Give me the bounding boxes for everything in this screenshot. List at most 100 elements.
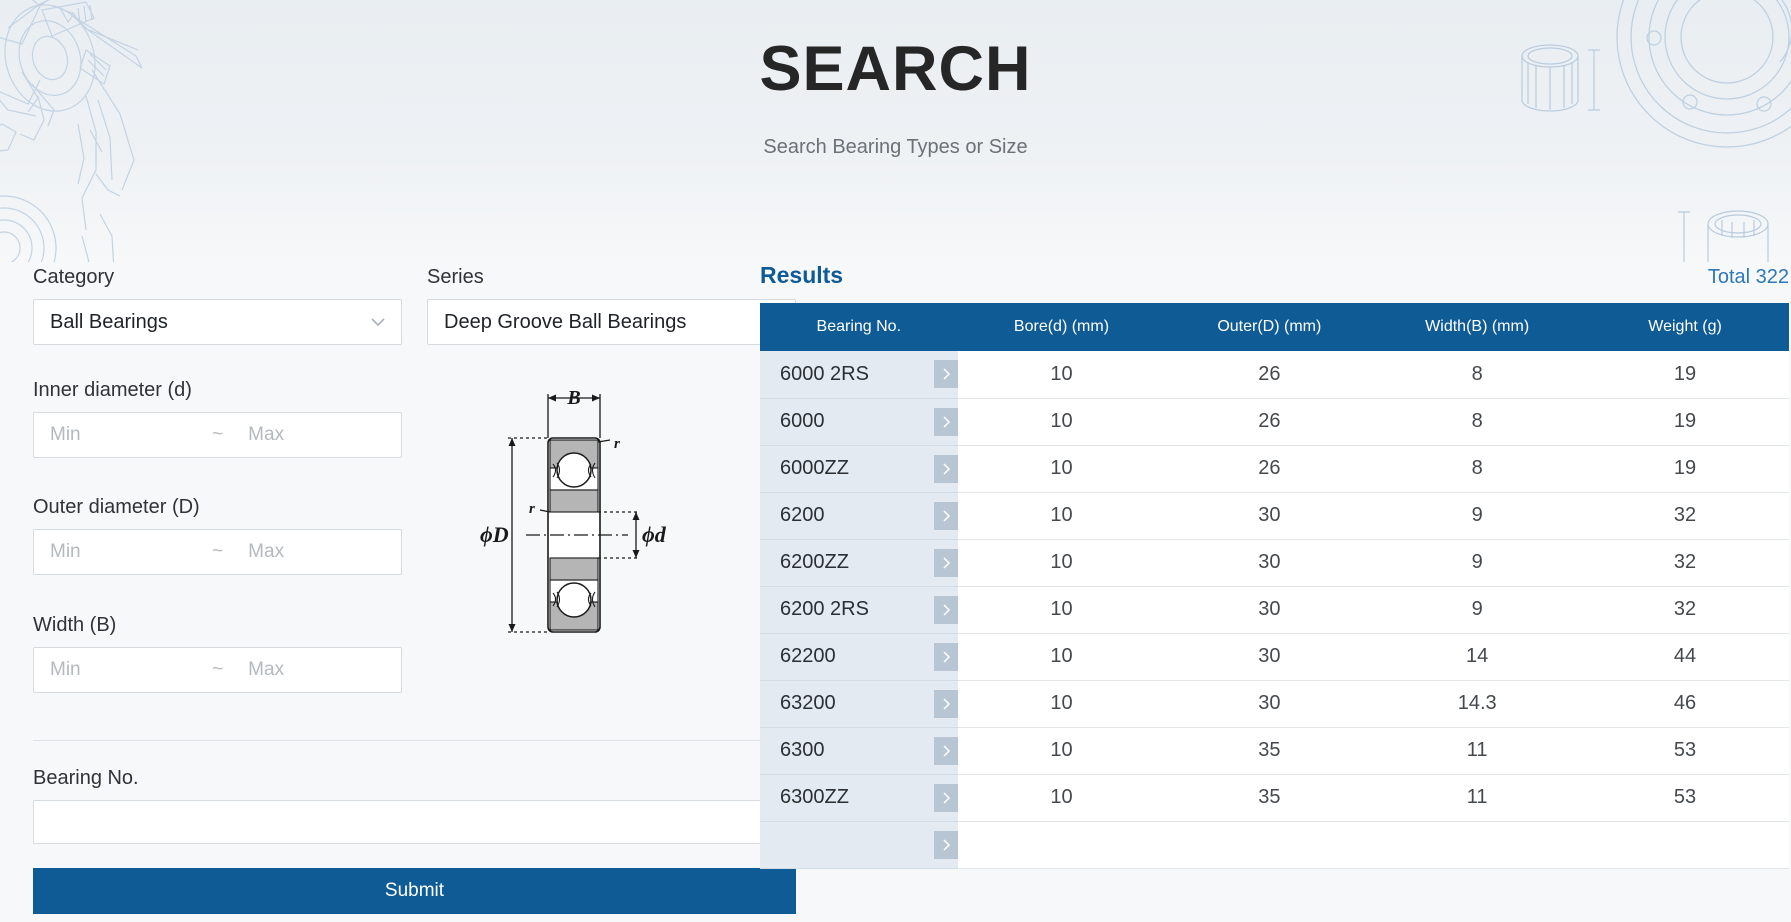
search-page: SEARCH Search Bearing Types or Size Cate… <box>0 0 1791 922</box>
results-title: Results <box>760 262 843 289</box>
category-select[interactable]: Ball Bearings <box>33 299 402 345</box>
table-header-row: Bearing No. Bore(d) (mm) Outer(D) (mm) W… <box>760 303 1789 351</box>
column-header-weight[interactable]: Weight (g) <box>1581 303 1789 351</box>
diagram-label-fillet-left: r <box>529 501 535 517</box>
bearing-no-value: 6200 2RS <box>780 598 869 621</box>
cell-weight: 53 <box>1581 774 1789 821</box>
chevron-right-icon[interactable] <box>934 737 958 765</box>
chevron-right-icon[interactable] <box>934 360 958 388</box>
series-select[interactable]: Deep Groove Ball Bearings <box>427 299 796 345</box>
table-row[interactable]: 63200103014.346 <box>760 680 1789 727</box>
bearing-no-cell-content: 63200 <box>760 690 958 718</box>
bearing-no-cell-content: 6200ZZ <box>760 549 958 577</box>
results-table-body: 6000 2RS1026819600010268196000ZZ10268196… <box>760 351 1789 868</box>
table-row[interactable]: 62001030932 <box>760 492 1789 539</box>
bearing-no-value: 63200 <box>780 692 836 715</box>
chevron-right-icon[interactable] <box>934 549 958 577</box>
deep-groove-ball-bearing-cross-section: B r r ϕD ϕd <box>478 380 668 690</box>
chevron-right-icon[interactable] <box>934 455 958 483</box>
table-row[interactable]: 6300ZZ10351153 <box>760 774 1789 821</box>
cell-bore: 10 <box>958 351 1166 398</box>
cell-bearing-no[interactable] <box>760 821 958 868</box>
cell-outer: 30 <box>1165 680 1373 727</box>
cell-bearing-no[interactable]: 6000 2RS <box>760 351 958 398</box>
column-header-width[interactable]: Width(B) (mm) <box>1373 303 1581 351</box>
submit-button[interactable]: Submit <box>33 868 796 914</box>
field-category: Category Ball Bearings <box>33 266 402 345</box>
outer-diameter-separator: ~ <box>203 541 232 563</box>
inner-diameter-label: Inner diameter (d) <box>33 379 402 402</box>
field-series: Series Deep Groove Ball Bearings <box>427 266 796 345</box>
chevron-right-icon[interactable] <box>934 784 958 812</box>
cell-bore: 10 <box>958 445 1166 492</box>
chevron-down-icon <box>369 313 387 331</box>
results-table: Bearing No. Bore(d) (mm) Outer(D) (mm) W… <box>760 303 1789 869</box>
cell-width <box>1373 821 1581 868</box>
cell-outer: 30 <box>1165 586 1373 633</box>
needle-roller-lineart <box>1670 196 1790 262</box>
category-selected-value: Ball Bearings <box>50 311 168 334</box>
cell-bearing-no[interactable]: 62200 <box>760 633 958 680</box>
table-row[interactable]: 630010351153 <box>760 727 1789 774</box>
table-row[interactable]: 6000 2RS1026819 <box>760 351 1789 398</box>
cell-weight: 19 <box>1581 351 1789 398</box>
table-row[interactable]: 6220010301444 <box>760 633 1789 680</box>
page-subtitle: Search Bearing Types or Size <box>0 136 1791 159</box>
cell-outer: 26 <box>1165 445 1373 492</box>
column-header-outer[interactable]: Outer(D) (mm) <box>1165 303 1373 351</box>
chevron-right-icon[interactable] <box>934 690 958 718</box>
bearing-no-value: 6000 <box>780 410 825 433</box>
cell-bearing-no[interactable]: 6300 <box>760 727 958 774</box>
series-label: Series <box>427 266 796 289</box>
cell-outer: 30 <box>1165 492 1373 539</box>
diagram-label-fillet-top: r <box>614 436 620 452</box>
cell-outer: 30 <box>1165 633 1373 680</box>
inner-diameter-range: ~ <box>33 412 402 458</box>
table-row[interactable] <box>760 821 1789 868</box>
width-min-input[interactable] <box>34 648 203 692</box>
cell-bearing-no[interactable]: 6200ZZ <box>760 539 958 586</box>
cell-bearing-no[interactable]: 63200 <box>760 680 958 727</box>
width-range: ~ <box>33 647 402 693</box>
table-row[interactable]: 6200 2RS1030932 <box>760 586 1789 633</box>
cell-weight: 32 <box>1581 492 1789 539</box>
table-row[interactable]: 6000ZZ1026819 <box>760 445 1789 492</box>
chevron-right-icon[interactable] <box>934 643 958 671</box>
column-header-bore[interactable]: Bore(d) (mm) <box>958 303 1166 351</box>
chevron-right-icon[interactable] <box>934 831 958 859</box>
bearing-no-input[interactable] <box>34 801 795 843</box>
cell-weight <box>1581 821 1789 868</box>
bearing-no-control <box>33 800 796 844</box>
cell-bore: 10 <box>958 539 1166 586</box>
bearing-no-cell-content: 6000 <box>760 408 958 436</box>
chevron-right-icon[interactable] <box>934 502 958 530</box>
cell-weight: 19 <box>1581 398 1789 445</box>
cell-bearing-no[interactable]: 6200 2RS <box>760 586 958 633</box>
field-outer-diameter: Outer diameter (D) ~ <box>33 496 402 575</box>
width-max-input[interactable] <box>232 648 401 692</box>
inner-diameter-max-input[interactable] <box>232 413 401 457</box>
cell-bore: 10 <box>958 492 1166 539</box>
table-row[interactable]: 60001026819 <box>760 398 1789 445</box>
cell-weight: 44 <box>1581 633 1789 680</box>
cell-bearing-no[interactable]: 6300ZZ <box>760 774 958 821</box>
form-divider <box>33 740 796 741</box>
cell-bearing-no[interactable]: 6000ZZ <box>760 445 958 492</box>
bearing-no-value: 6200ZZ <box>780 551 849 574</box>
outer-diameter-label: Outer diameter (D) <box>33 496 402 519</box>
outer-diameter-min-input[interactable] <box>34 530 203 574</box>
cell-bearing-no[interactable]: 6200 <box>760 492 958 539</box>
chevron-right-icon[interactable] <box>934 596 958 624</box>
series-selected-value: Deep Groove Ball Bearings <box>444 311 686 334</box>
inner-diameter-min-input[interactable] <box>34 413 203 457</box>
bearing-no-label: Bearing No. <box>33 767 796 790</box>
cell-bearing-no[interactable]: 6000 <box>760 398 958 445</box>
chevron-right-icon[interactable] <box>934 408 958 436</box>
search-form-panel: Category Ball Bearings Series Deep Groov… <box>0 262 755 822</box>
outer-diameter-max-input[interactable] <box>232 530 401 574</box>
column-header-bearing-no[interactable]: Bearing No. <box>760 303 958 351</box>
cell-width: 8 <box>1373 351 1581 398</box>
table-row[interactable]: 6200ZZ1030932 <box>760 539 1789 586</box>
cell-bore: 10 <box>958 727 1166 774</box>
cell-width: 9 <box>1373 492 1581 539</box>
